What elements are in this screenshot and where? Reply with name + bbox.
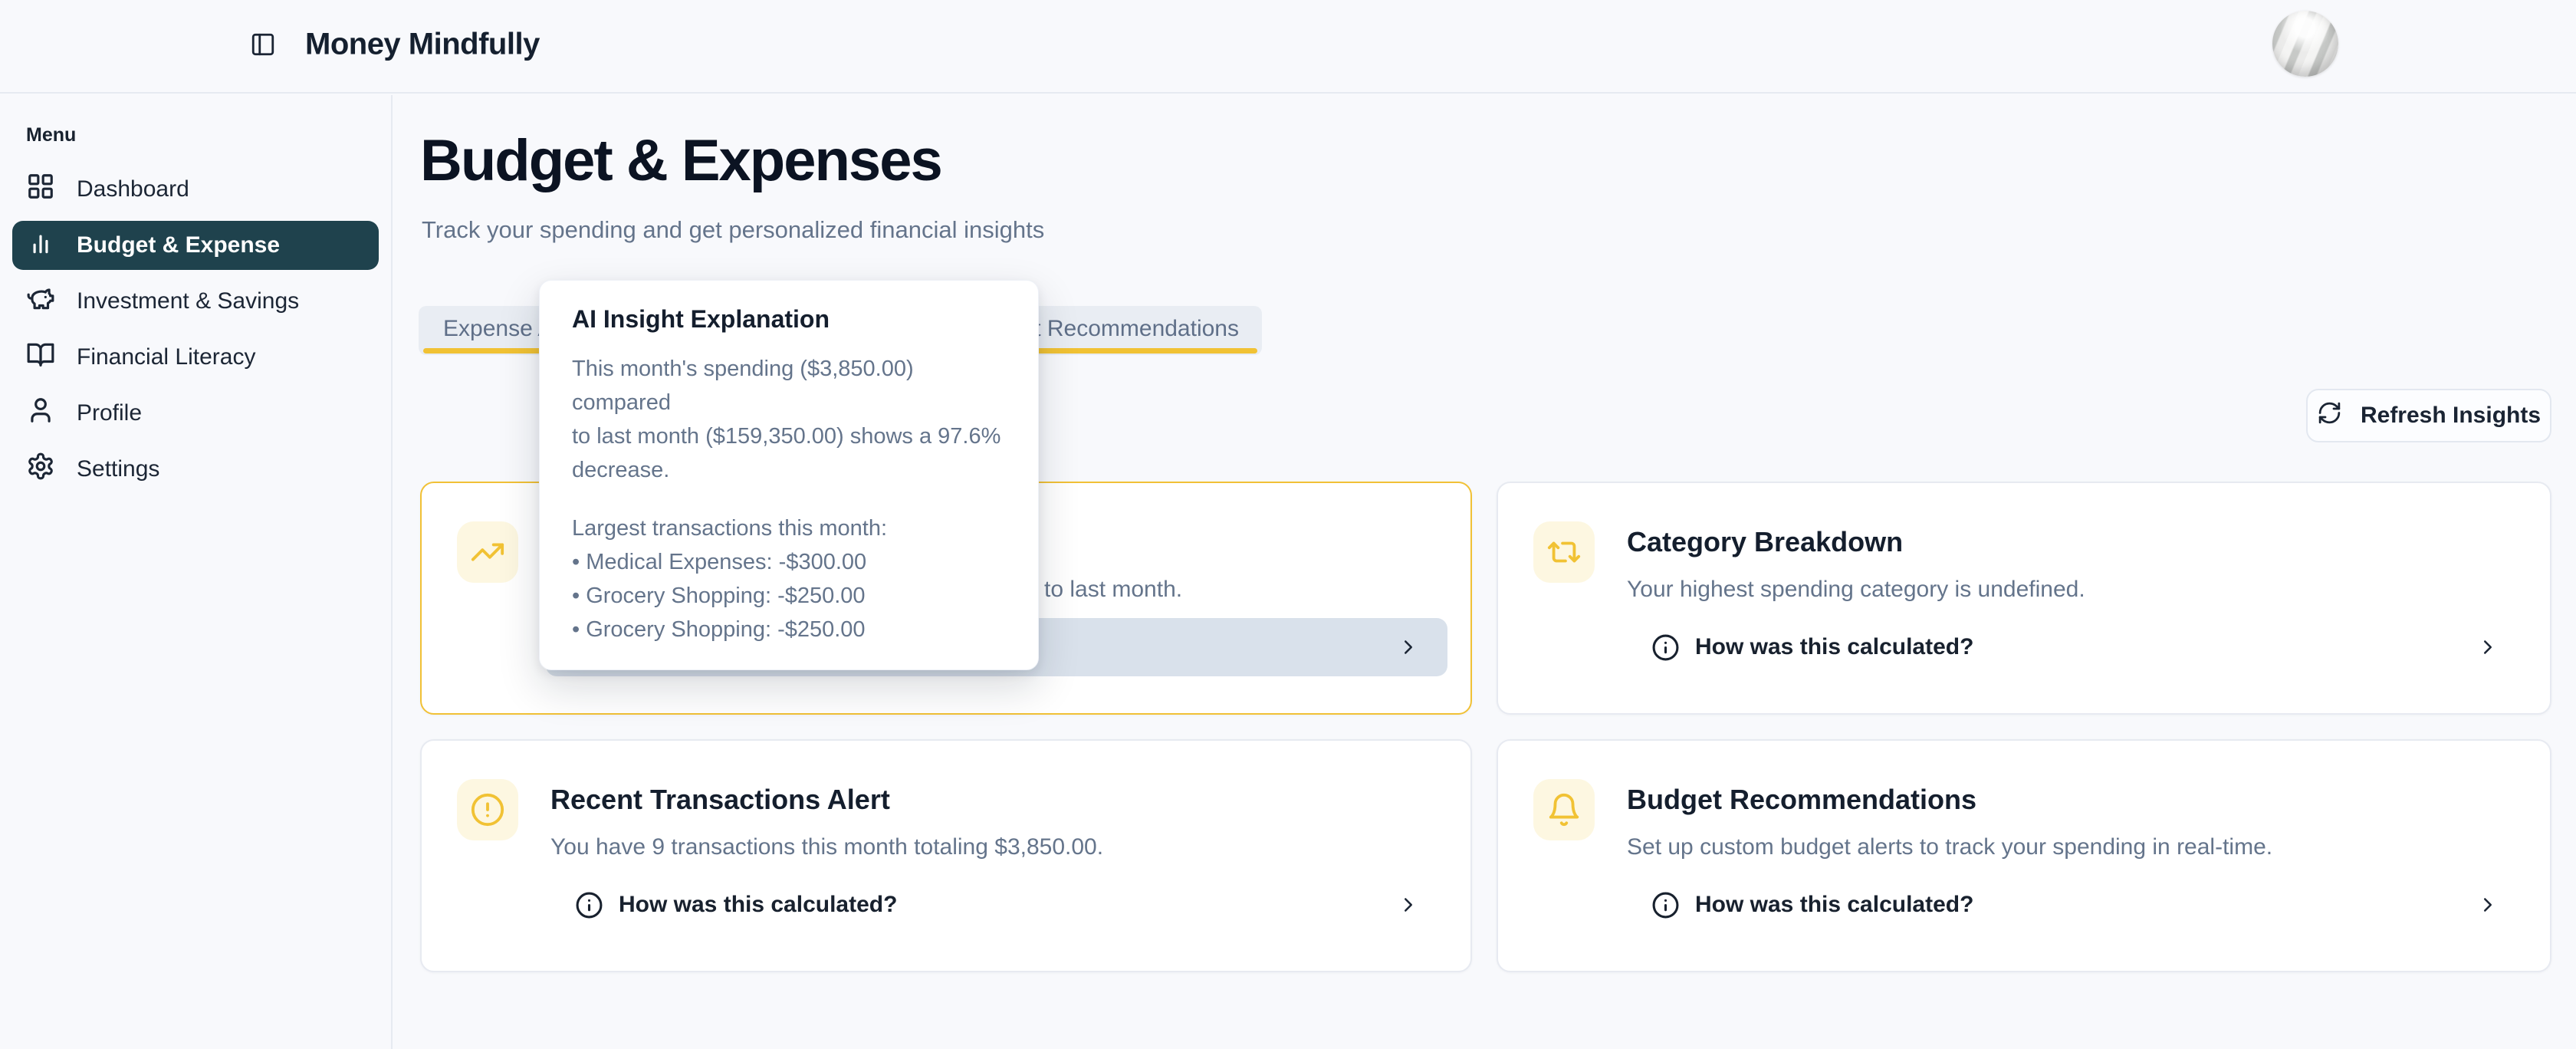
how-calculated-label: How was this calculated? — [619, 892, 897, 918]
sidebar-item-profile[interactable]: Profile — [12, 389, 379, 438]
repeat-icon — [1533, 521, 1595, 583]
user-icon — [26, 396, 55, 431]
dashboard-grid-icon — [26, 172, 55, 207]
avatar[interactable] — [2272, 11, 2338, 77]
card-subtitle: Your highest spending category is undefi… — [1627, 577, 2085, 603]
sidebar-item-label: Investment & Savings — [77, 288, 299, 314]
chevron-right-icon — [1397, 893, 1420, 916]
popover-title: AI Insight Explanation — [572, 305, 1006, 334]
page-subtitle: Track your spending and get personalized… — [422, 216, 1044, 244]
app-root: Money Mindfully Menu Dashboard Budget & … — [0, 0, 2576, 1049]
refresh-icon — [2317, 400, 2342, 432]
ai-insight-popover: AI Insight Explanation This month's spen… — [539, 280, 1039, 670]
trending-up-icon — [457, 521, 518, 583]
card-subtitle: You have 9 transactions this month total… — [550, 834, 1103, 860]
category-breakdown-card: Category Breakdown Your highest spending… — [1497, 482, 2551, 715]
menu-section-label: Menu — [26, 124, 379, 146]
how-calculated-label: How was this calculated? — [1695, 892, 1973, 918]
how-calculated-button[interactable]: How was this calculated? — [1622, 618, 2527, 676]
alert-circle-icon — [457, 779, 518, 840]
how-calculated-button[interactable]: How was this calculated? — [1622, 876, 2527, 934]
sidebar-item-settings[interactable]: Settings — [12, 445, 379, 494]
gear-icon — [26, 452, 55, 487]
sidebar-item-label: Profile — [77, 400, 142, 426]
sidebar: Menu Dashboard Budget & Expense Investme… — [0, 95, 393, 1049]
card-title: Recent Transactions Alert — [550, 784, 890, 816]
chevron-right-icon — [2476, 893, 2499, 916]
how-calculated-label: How was this calculated? — [1695, 634, 1973, 660]
piggy-bank-icon — [26, 284, 55, 319]
book-open-icon — [26, 340, 55, 375]
sidebar-item-investment-savings[interactable]: Investment & Savings — [12, 277, 379, 326]
refresh-insights-button[interactable]: Refresh Insights — [2306, 389, 2551, 442]
bell-icon — [1533, 779, 1595, 840]
card-title: Category Breakdown — [1627, 526, 1903, 558]
panel-left-icon — [250, 31, 276, 61]
card-subtitle-fragment: to last month. — [1044, 577, 1182, 603]
sidebar-item-dashboard[interactable]: Dashboard — [12, 165, 379, 214]
budget-recommendations-card: Budget Recommendations Set up custom bud… — [1497, 739, 2551, 972]
sidebar-item-label: Budget & Expense — [77, 232, 280, 258]
card-subtitle: Set up custom budget alerts to track you… — [1627, 834, 2272, 860]
refresh-insights-label: Refresh Insights — [2361, 403, 2541, 429]
info-icon — [1651, 633, 1680, 662]
sidebar-toggle-button[interactable] — [242, 25, 284, 67]
top-header: Money Mindfully — [0, 0, 2576, 94]
info-icon — [575, 891, 603, 919]
sidebar-item-budget-expense[interactable]: Budget & Expense — [12, 221, 379, 270]
bar-chart-icon — [26, 228, 55, 263]
sidebar-item-label: Settings — [77, 456, 159, 482]
card-title: Budget Recommendations — [1627, 784, 1976, 816]
sidebar-item-financial-literacy[interactable]: Financial Literacy — [12, 333, 379, 382]
how-calculated-button[interactable]: How was this calculated? — [546, 876, 1447, 934]
sidebar-item-label: Financial Literacy — [77, 344, 255, 370]
popover-summary: This month's spending ($3,850.00) compar… — [572, 352, 1006, 487]
app-title: Money Mindfully — [305, 28, 540, 62]
page-title: Budget & Expenses — [420, 127, 941, 194]
recent-transactions-card: Recent Transactions Alert You have 9 tra… — [420, 739, 1472, 972]
chevron-right-icon — [2476, 636, 2499, 659]
chevron-right-icon — [1397, 636, 1420, 659]
info-icon — [1651, 891, 1680, 919]
sidebar-item-label: Dashboard — [77, 176, 189, 202]
popover-transactions: Largest transactions this month: • Medic… — [572, 511, 1006, 646]
